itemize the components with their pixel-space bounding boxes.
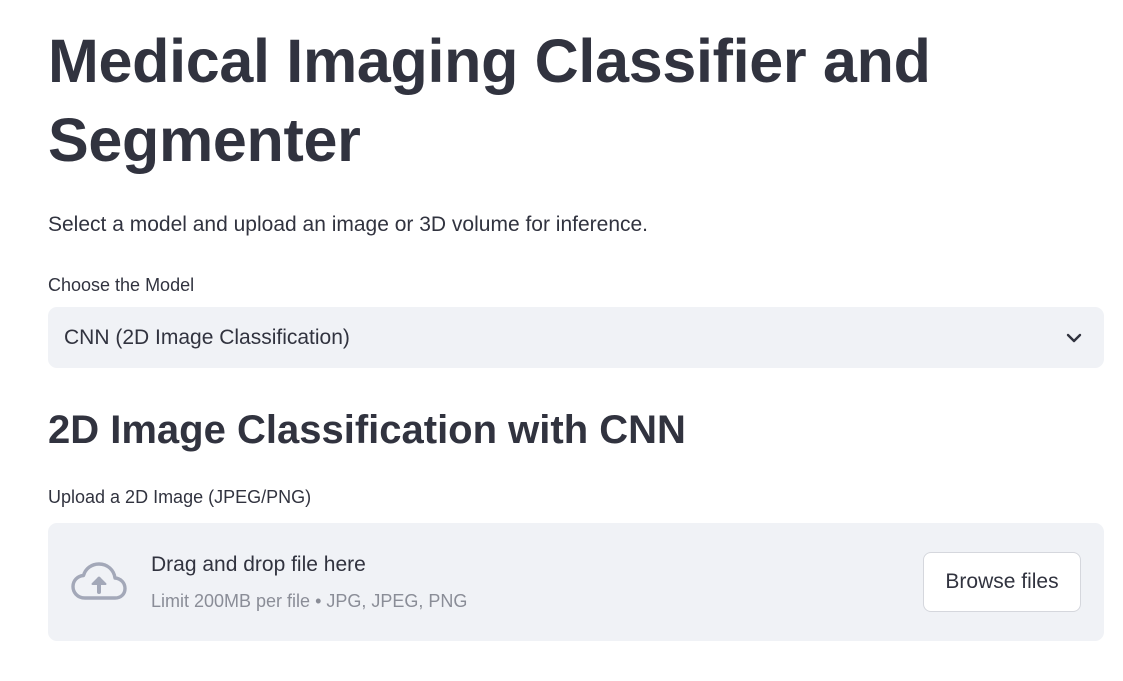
browse-files-button[interactable]: Browse files (923, 552, 1081, 612)
chevron-down-icon[interactable] (1064, 328, 1084, 348)
page-title: Medical Imaging Classifier and Segmenter (48, 27, 931, 174)
model-select-value: CNN (2D Image Classification) (64, 325, 350, 349)
cloud-upload-icon (71, 560, 127, 604)
main-page: Medical Imaging Classifier and Segmenter… (0, 0, 1123, 681)
upload-label: Upload a 2D Image (JPEG/PNG) (48, 487, 312, 507)
page-subtitle: Select a model and upload an image or 3D… (48, 213, 649, 236)
section-title: 2D Image Classification with CNN (48, 408, 686, 452)
dropzone-main-text: Drag and drop file here (151, 553, 366, 576)
dropzone-limit-text: Limit 200MB per file • JPG, JPEG, PNG (151, 591, 468, 611)
dropzone-instructions: Drag and drop file here Limit 200MB per … (151, 551, 923, 613)
model-select[interactable]: CNN (2D Image Classification) (48, 307, 1104, 368)
file-dropzone[interactable]: Drag and drop file here Limit 200MB per … (48, 523, 1104, 641)
model-select-label: Choose the Model (48, 275, 195, 295)
